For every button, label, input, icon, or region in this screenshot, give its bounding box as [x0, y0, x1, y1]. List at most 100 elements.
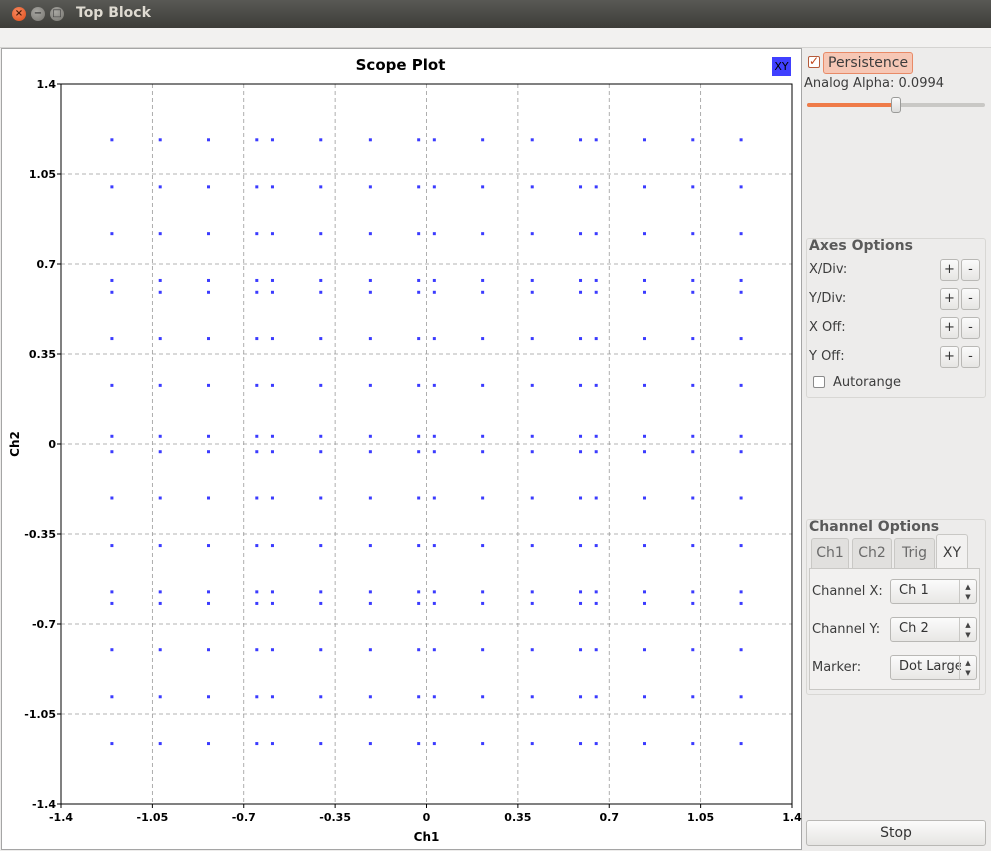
data-point [319, 278, 323, 282]
autorange-checkbox[interactable] [813, 376, 825, 388]
data-point [594, 185, 598, 189]
y-tick-label: 0.7 [37, 258, 57, 271]
data-point [158, 590, 162, 594]
data-point [417, 383, 421, 387]
x-tick-label: -1.05 [137, 811, 169, 824]
data-point [691, 185, 695, 189]
data-point [642, 337, 646, 341]
data-point [207, 601, 211, 605]
data-point [417, 648, 421, 652]
data-point [368, 601, 372, 605]
x-div-plus-button[interactable]: + [940, 259, 959, 281]
y-div-plus-button[interactable]: + [940, 288, 959, 310]
data-point [270, 601, 274, 605]
data-point [530, 601, 534, 605]
data-point [579, 742, 583, 746]
data-point [642, 544, 646, 548]
data-point [368, 496, 372, 500]
data-point [530, 648, 534, 652]
scope-plot[interactable]: -1.4 -1.05 -0.7 -0.35 0 0.35 0.7 1.05 1.4 -1.4 -1.… [2, 49, 803, 851]
data-point [691, 232, 695, 236]
data-point [594, 337, 598, 341]
data-point [158, 544, 162, 548]
window-titlebar: × − □ Top Block [0, 0, 991, 28]
data-point [739, 185, 743, 189]
data-point [691, 138, 695, 142]
scope-plot-frame[interactable]: -1.4 -1.05 -0.7 -0.35 0 0.35 0.7 1.05 1.4 -1.4 -1.… [1, 48, 802, 850]
data-point [739, 590, 743, 594]
y-div-minus-button[interactable]: - [961, 288, 980, 310]
data-point [739, 232, 743, 236]
channel-y-select[interactable]: Ch 2 ▲ ▼ [890, 617, 977, 642]
data-point [207, 232, 211, 236]
data-point [739, 278, 743, 282]
data-point [270, 450, 274, 454]
x-off-minus-button[interactable]: - [961, 317, 980, 339]
tab-ch2[interactable]: Ch2 [852, 538, 892, 568]
marker-select[interactable]: Dot Large ▲ ▼ [890, 655, 977, 680]
data-point [481, 138, 485, 142]
data-point [739, 290, 743, 294]
data-point [207, 138, 211, 142]
data-point [594, 434, 598, 438]
data-point [110, 544, 114, 548]
x-div-minus-button[interactable]: - [961, 259, 980, 281]
data-point [255, 544, 259, 548]
autorange-label[interactable]: Autorange [833, 375, 901, 390]
data-point [207, 434, 211, 438]
tab-ch1[interactable]: Ch1 [811, 538, 849, 568]
stop-button[interactable]: Stop [806, 820, 986, 846]
y-off-plus-button[interactable]: + [940, 346, 959, 368]
data-point [739, 496, 743, 500]
data-point [691, 337, 695, 341]
data-point [417, 232, 421, 236]
analog-alpha-slider-handle[interactable] [891, 97, 901, 113]
data-point [110, 590, 114, 594]
data-point [270, 383, 274, 387]
close-icon[interactable]: × [12, 7, 26, 21]
data-point [270, 290, 274, 294]
data-point [530, 496, 534, 500]
data-point [417, 337, 421, 341]
data-point [270, 434, 274, 438]
data-point [110, 742, 114, 746]
data-point [739, 742, 743, 746]
minimize-icon[interactable]: − [31, 7, 45, 21]
data-point [368, 383, 372, 387]
spinner-arrows-icon: ▲ ▼ [959, 656, 976, 679]
data-point [110, 185, 114, 189]
data-point [110, 695, 114, 699]
data-point [642, 695, 646, 699]
y-off-minus-button[interactable]: - [961, 346, 980, 368]
data-point [594, 496, 598, 500]
data-point [579, 601, 583, 605]
persistence-checkbox[interactable] [808, 54, 820, 68]
data-point [530, 695, 534, 699]
data-point [579, 544, 583, 548]
tab-xy[interactable]: XY [936, 534, 968, 569]
data-point [368, 695, 372, 699]
data-point [739, 450, 743, 454]
data-point [207, 695, 211, 699]
data-point [319, 590, 323, 594]
window-title: Top Block [76, 5, 151, 21]
data-point [481, 278, 485, 282]
data-point [642, 185, 646, 189]
data-point [319, 496, 323, 500]
data-point [319, 695, 323, 699]
maximize-icon[interactable]: □ [50, 7, 64, 21]
data-point [579, 496, 583, 500]
persistence-label[interactable]: Persistence [823, 52, 914, 74]
spinner-arrows-icon: ▲ ▼ [959, 580, 976, 603]
data-point [642, 232, 646, 236]
data-point [691, 590, 695, 594]
channel-x-select[interactable]: Ch 1 ▲ ▼ [890, 579, 977, 604]
y-tick-label: -0.35 [24, 528, 56, 541]
x-off-plus-button[interactable]: + [940, 317, 959, 339]
tab-trig[interactable]: Trig [894, 538, 935, 568]
data-point [594, 290, 598, 294]
data-point [481, 450, 485, 454]
data-point [594, 232, 598, 236]
data-point [594, 648, 598, 652]
xy-mode-badge[interactable]: XY [772, 57, 791, 76]
